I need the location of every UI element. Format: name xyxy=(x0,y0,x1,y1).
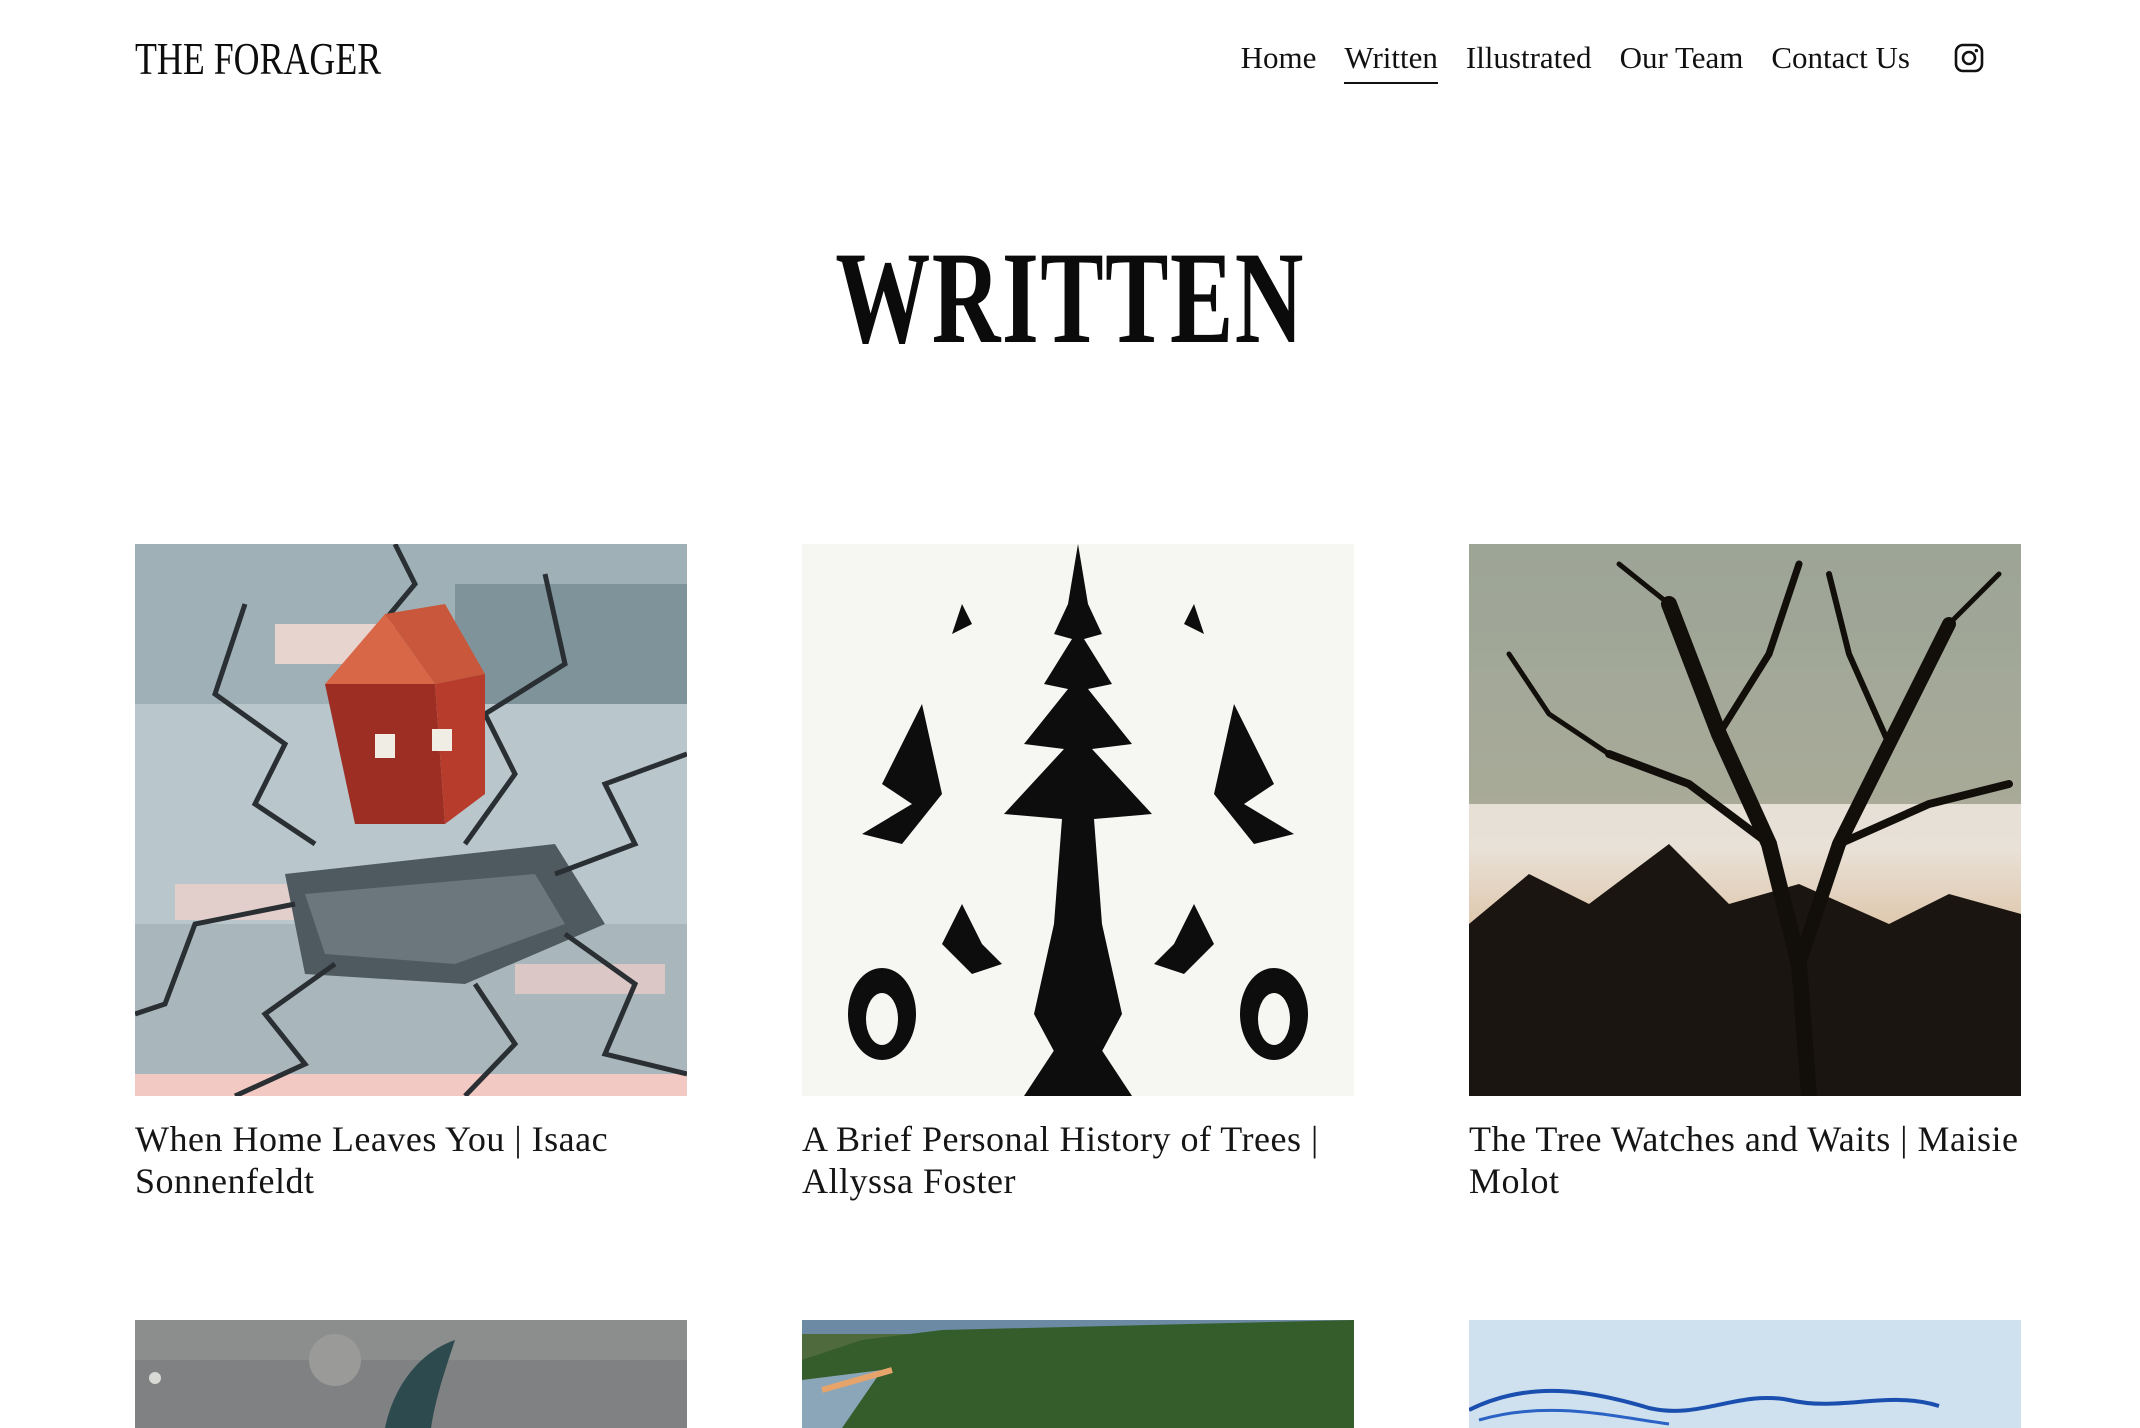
post-title[interactable]: The Tree Watches and Waits | Maisie Molo… xyxy=(1469,1118,2021,1202)
post-thumbnail[interactable] xyxy=(1469,544,2021,1096)
page: THE FORAGER Home Written Illustrated Our… xyxy=(0,0,2140,1428)
post-thumbnail[interactable] xyxy=(802,544,1354,1096)
post-thumbnail[interactable] xyxy=(1469,1320,2021,1428)
house-painting-image xyxy=(135,544,687,1096)
ink-tree-image xyxy=(802,544,1354,1096)
main-nav: Home Written Illustrated Our Team Contac… xyxy=(1213,36,1910,84)
post-thumbnail[interactable] xyxy=(135,1320,687,1428)
tree-silhouette-image xyxy=(1469,544,2021,1096)
nav-written[interactable]: Written xyxy=(1344,36,1439,84)
post-card[interactable]: When Home Leaves You | Isaac Sonnenfeldt xyxy=(135,544,687,1202)
site-title[interactable]: THE FORAGER xyxy=(135,32,381,86)
nav-contact-us[interactable]: Contact Us xyxy=(1771,36,1910,80)
post-card[interactable]: A Brief Personal History of Trees | Ally… xyxy=(802,544,1354,1202)
post-title[interactable]: When Home Leaves You | Isaac Sonnenfeldt xyxy=(135,1118,687,1202)
nav-our-team[interactable]: Our Team xyxy=(1620,36,1744,80)
post-thumbnail[interactable] xyxy=(802,1320,1354,1428)
blue-drawing-image xyxy=(1469,1320,2021,1428)
page-title: WRITTEN xyxy=(835,224,1305,371)
nav-illustrated[interactable]: Illustrated xyxy=(1466,36,1592,80)
post-title[interactable]: A Brief Personal History of Trees | Ally… xyxy=(802,1118,1354,1202)
whale-painting-image xyxy=(135,1320,687,1428)
hillside-lake-image xyxy=(802,1320,1354,1428)
post-card[interactable]: The Tree Watches and Waits | Maisie Molo… xyxy=(1469,544,2021,1202)
instagram-icon[interactable] xyxy=(1953,42,1985,74)
nav-home[interactable]: Home xyxy=(1241,36,1317,80)
post-thumbnail[interactable] xyxy=(135,544,687,1096)
